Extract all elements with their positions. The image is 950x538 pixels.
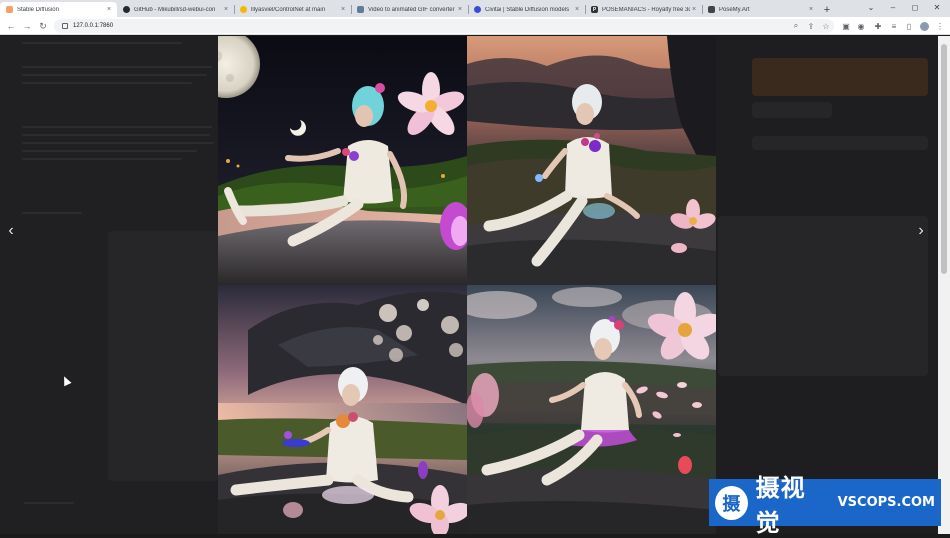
close-tab-icon[interactable]: × bbox=[456, 6, 464, 13]
tab-title: GitHub - Mikubill/sd-webui-con bbox=[134, 6, 216, 13]
posemaniacs-icon: P bbox=[591, 6, 598, 13]
close-tab-icon[interactable]: × bbox=[105, 6, 113, 13]
dimmed-tabs bbox=[22, 42, 182, 44]
dimmed-subtabs bbox=[22, 212, 82, 214]
watermark-cn-text: 摄视觉 bbox=[755, 473, 806, 537]
close-tab-icon[interactable]: × bbox=[222, 6, 230, 13]
dimmed-negative-prompt bbox=[22, 150, 197, 152]
watermark-en-text: VSCOPS.COM bbox=[837, 495, 935, 510]
browser-toolbar: ← → ↻ 127.0.0.1:7860 ⌕ ⇪ ☆ ▣ ◉ ✚ ≡ ▯ ⋮ bbox=[0, 17, 950, 35]
profile-avatar-icon[interactable] bbox=[918, 20, 930, 32]
dimmed-control-image bbox=[108, 231, 218, 481]
watermark-banner: 摄 摄视觉 VSCOPS.COM bbox=[709, 474, 941, 537]
minimize-icon[interactable]: – bbox=[882, 0, 904, 15]
generated-image-2[interactable] bbox=[467, 36, 716, 285]
tab-search-icon[interactable]: ⌄ bbox=[860, 0, 882, 15]
close-tab-icon[interactable]: × bbox=[573, 6, 581, 13]
dimmed-send-to-label bbox=[24, 502, 74, 504]
dimmed-styles-dropdown bbox=[752, 136, 928, 150]
dimmed-prompt-text bbox=[22, 82, 192, 84]
new-tab-button[interactable]: + bbox=[819, 2, 835, 17]
tab-title: Stable Diffusion bbox=[17, 6, 59, 13]
browser-tab-controlnet[interactable]: lllyasviel/ControlNet at main × bbox=[234, 2, 351, 17]
image-lightbox-grid bbox=[218, 36, 716, 534]
gallery-next-arrow-icon[interactable]: › bbox=[913, 220, 929, 242]
dimmed-negative-prompt bbox=[22, 134, 210, 136]
puzzle-icon[interactable]: ✚ bbox=[872, 20, 884, 32]
zoom-icon[interactable]: ⌕ bbox=[790, 20, 802, 32]
back-arrow-icon[interactable]: ← bbox=[4, 19, 18, 33]
image-icon bbox=[357, 6, 364, 13]
page-scrollbar-thumb[interactable] bbox=[941, 44, 947, 274]
browser-tab-civitai[interactable]: Civitai | Stable Diffusion models × bbox=[468, 2, 585, 17]
generated-image-4[interactable] bbox=[467, 285, 716, 534]
browser-tab-posemy-art[interactable]: PoseMy.Art × bbox=[702, 2, 819, 17]
address-bar[interactable]: 127.0.0.1:7860 bbox=[54, 19, 834, 33]
browser-tab-github[interactable]: GitHub - Mikubill/sd-webui-con × bbox=[117, 2, 234, 17]
browser-tab-posemaniacs[interactable]: P POSEMANIACS - Royalty free 3d × bbox=[585, 2, 702, 17]
close-window-icon[interactable]: ✕ bbox=[926, 0, 948, 15]
tab-title: lllyasviel/ControlNet at main bbox=[251, 6, 326, 13]
side-panel-icon[interactable]: ▯ bbox=[903, 20, 915, 32]
tab-title: Video to animated GIF converter bbox=[368, 6, 455, 13]
gallery-prev-arrow-icon[interactable]: ‹ bbox=[3, 220, 19, 242]
maximize-icon[interactable]: ◻ bbox=[904, 0, 926, 15]
share-icon[interactable]: ⇪ bbox=[805, 20, 817, 32]
dimmed-output-gallery bbox=[718, 216, 928, 376]
close-tab-icon[interactable]: × bbox=[339, 6, 347, 13]
watermark-logo-icon: 摄 bbox=[715, 485, 748, 520]
webui-page: ‹ › bbox=[0, 36, 950, 534]
browser-tab-strip: Stable Diffusion × GitHub - Mikubill/sd-… bbox=[0, 0, 950, 17]
tab-title: PoseMy.Art bbox=[719, 6, 750, 13]
dimmed-generate-button bbox=[752, 58, 928, 96]
browser-tab-gif-converter[interactable]: Video to animated GIF converter × bbox=[351, 2, 468, 17]
close-tab-icon[interactable]: × bbox=[690, 6, 698, 13]
forward-arrow-icon[interactable]: → bbox=[20, 19, 34, 33]
stable-diffusion-icon bbox=[6, 6, 13, 13]
bookmark-star-icon[interactable]: ☆ bbox=[820, 20, 832, 32]
huggingface-icon bbox=[240, 6, 247, 13]
generated-image-3[interactable] bbox=[218, 285, 467, 534]
url-text: 127.0.0.1:7860 bbox=[73, 23, 114, 29]
dimmed-negative-prompt bbox=[22, 158, 182, 160]
menu-kebab-icon[interactable]: ⋮ bbox=[934, 20, 946, 32]
github-icon bbox=[123, 6, 130, 13]
generated-image-1[interactable] bbox=[218, 36, 467, 285]
posemy-art-icon bbox=[708, 6, 715, 13]
dimmed-prompt-text bbox=[22, 66, 212, 68]
reading-list-icon[interactable]: ≡ bbox=[888, 20, 900, 32]
site-info-icon[interactable] bbox=[62, 23, 68, 29]
dimmed-style-buttons bbox=[752, 102, 832, 118]
browser-tab-stable-diffusion[interactable]: Stable Diffusion × bbox=[0, 2, 117, 17]
reload-icon[interactable]: ↻ bbox=[36, 19, 50, 33]
dimmed-prompt-text bbox=[22, 74, 207, 76]
extension-icon[interactable]: ◉ bbox=[855, 20, 867, 32]
extension-icon[interactable]: ▣ bbox=[840, 20, 852, 32]
civitai-icon bbox=[474, 6, 481, 13]
dimmed-negative-prompt bbox=[22, 142, 214, 144]
dimmed-negative-prompt bbox=[22, 126, 212, 128]
close-tab-icon[interactable]: × bbox=[807, 6, 815, 13]
tab-title: POSEMANIACS - Royalty free 3d bbox=[602, 6, 690, 13]
tab-title: Civitai | Stable Diffusion models bbox=[485, 6, 570, 13]
